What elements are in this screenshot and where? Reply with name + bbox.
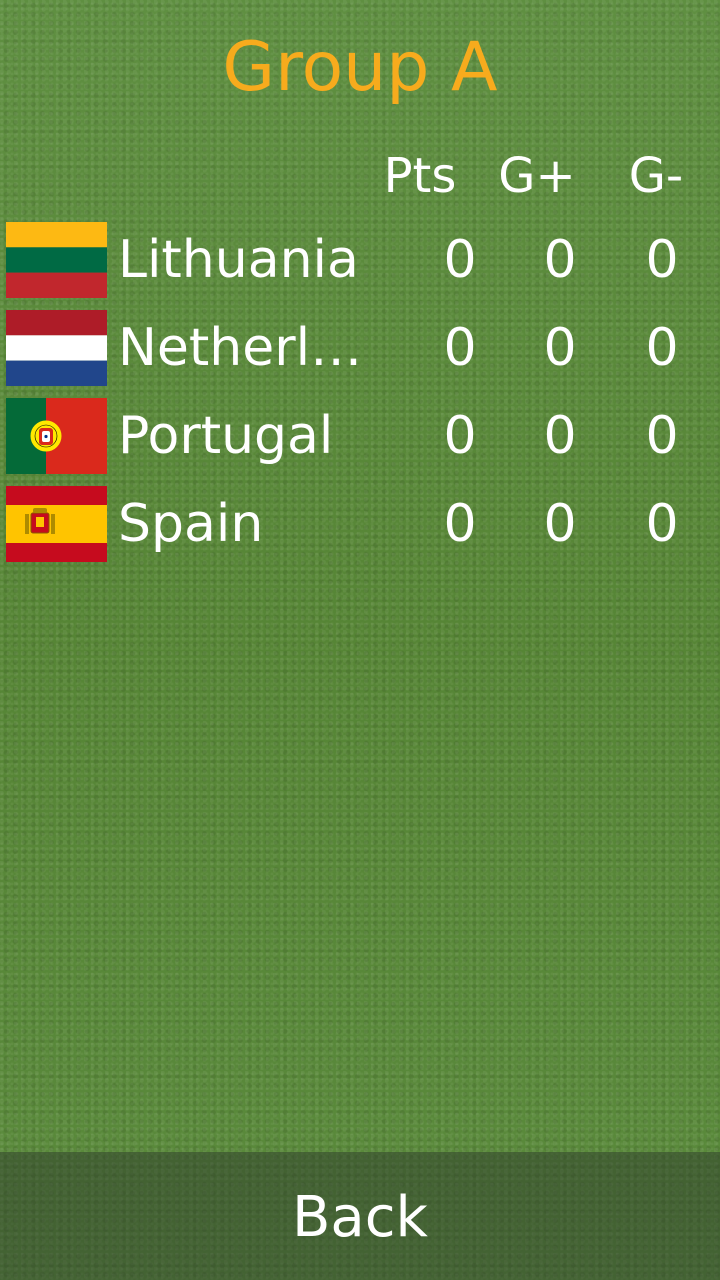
team-name: Portugal (118, 406, 334, 466)
team-name: Netherlan.. (118, 318, 390, 378)
table-header: Pts G+ G- (0, 148, 720, 204)
table-row: Spain 0 0 0 (0, 486, 720, 574)
bottom-bar: Back (0, 1152, 720, 1280)
netherlands-flag-icon (6, 310, 107, 386)
team-goals-against: 0 (645, 230, 679, 290)
team-goals-for: 0 (543, 406, 577, 466)
portugal-flag-icon (6, 398, 107, 474)
column-header-pts: Pts (383, 148, 457, 204)
table-row: Portugal 0 0 0 (0, 398, 720, 486)
page-title: Group A (222, 28, 498, 107)
team-goals-against: 0 (645, 494, 679, 554)
team-pts: 0 (443, 318, 477, 378)
team-pts: 0 (443, 494, 477, 554)
team-name: Spain (118, 494, 264, 554)
table-row: Lithuania 0 0 0 (0, 222, 720, 310)
standings-table: Lithuania 0 0 0 Netherlan.. 0 0 0 Portug… (0, 222, 720, 574)
team-goals-against: 0 (645, 318, 679, 378)
column-header-goals-against: G- (628, 148, 684, 204)
team-goals-for: 0 (543, 230, 577, 290)
table-row: Netherlan.. 0 0 0 (0, 310, 720, 398)
lithuania-flag-icon (6, 222, 107, 298)
team-pts: 0 (443, 230, 477, 290)
team-goals-for: 0 (543, 318, 577, 378)
team-pts: 0 (443, 406, 477, 466)
team-goals-against: 0 (645, 406, 679, 466)
spain-flag-icon (6, 486, 107, 562)
column-header-goals-for: G+ (498, 148, 576, 204)
back-button[interactable]: Back (0, 1152, 720, 1280)
team-name: Lithuania (118, 230, 359, 290)
team-goals-for: 0 (543, 494, 577, 554)
